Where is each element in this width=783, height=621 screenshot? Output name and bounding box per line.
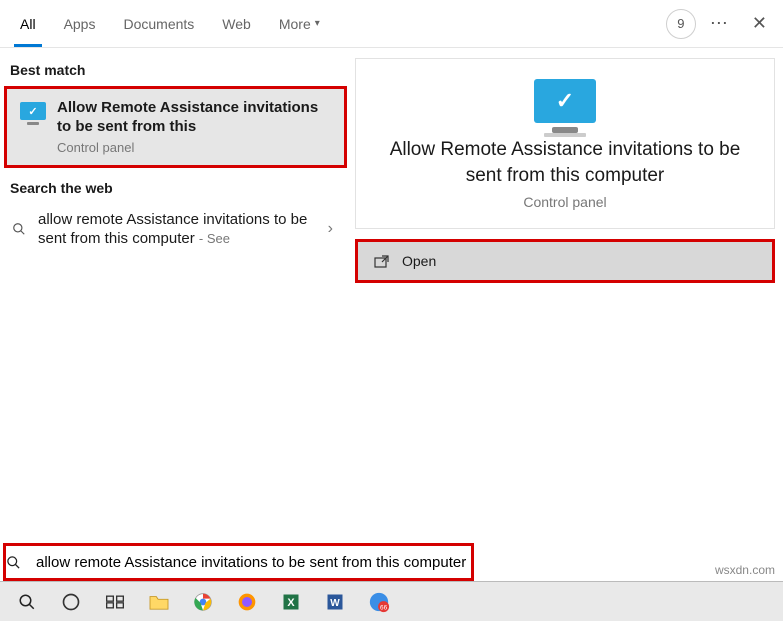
control-panel-icon: ✓ <box>19 101 47 121</box>
rewards-badge[interactable]: 9 <box>666 9 696 39</box>
web-result-query: allow remote Assistance invitations to b… <box>38 211 307 248</box>
tab-apps[interactable]: Apps <box>50 0 110 47</box>
preview-title: Allow Remote Assistance invitations to b… <box>374 137 756 188</box>
svg-text:W: W <box>330 598 340 609</box>
open-icon <box>374 255 390 268</box>
task-view-icon[interactable] <box>94 584 136 620</box>
search-input[interactable] <box>36 546 471 578</box>
watermark: wsxdn.com <box>715 563 775 577</box>
chevron-down-icon: ▾ <box>315 18 320 29</box>
word-icon[interactable]: W <box>314 584 356 620</box>
cortana-icon[interactable] <box>50 584 92 620</box>
taskbar: X W 66 <box>0 581 783 621</box>
web-result[interactable]: allow remote Assistance invitations to b… <box>0 202 351 257</box>
svg-text:66: 66 <box>380 604 388 611</box>
best-match-result[interactable]: ✓ Allow Remote Assistance invitations to… <box>4 86 347 168</box>
tab-more[interactable]: More ▾ <box>265 0 334 47</box>
svg-text:X: X <box>287 597 295 609</box>
tab-web[interactable]: Web <box>208 0 265 47</box>
preview-card: ✓ Allow Remote Assistance invitations to… <box>355 58 775 229</box>
excel-icon[interactable]: X <box>270 584 312 620</box>
preview-subtitle: Control panel <box>374 194 756 210</box>
best-match-title: Allow Remote Assistance invitations to b… <box>57 99 332 137</box>
search-bar <box>3 543 474 581</box>
app-badge-icon[interactable]: 66 <box>358 584 400 620</box>
close-button[interactable]: ✕ <box>742 13 777 34</box>
search-web-header: Search the web <box>0 176 351 202</box>
best-match-subtitle: Control panel <box>57 140 332 155</box>
tabs: All Apps Documents Web More ▾ <box>6 0 334 47</box>
search-icon <box>12 222 30 236</box>
more-options-button[interactable]: ⋯ <box>704 13 734 34</box>
preview-icon: ✓ <box>374 79 756 123</box>
taskbar-search-icon[interactable] <box>6 584 48 620</box>
content: Best match ✓ Allow Remote Assistance inv… <box>0 48 783 543</box>
file-explorer-icon[interactable] <box>138 584 180 620</box>
search-icon <box>6 555 36 570</box>
web-result-suffix: - See <box>199 231 230 246</box>
best-match-text: Allow Remote Assistance invitations to b… <box>57 99 332 155</box>
tab-all[interactable]: All <box>6 0 50 47</box>
search-tabs-bar: All Apps Documents Web More ▾ 9 ⋯ ✕ <box>0 0 783 48</box>
results-list: Best match ✓ Allow Remote Assistance inv… <box>0 48 351 543</box>
tab-documents[interactable]: Documents <box>109 0 208 47</box>
web-result-text: allow remote Assistance invitations to b… <box>38 210 314 249</box>
open-action[interactable]: Open <box>355 239 775 283</box>
tab-more-label: More <box>279 16 311 32</box>
best-match-header: Best match <box>0 58 351 84</box>
preview-pane: ✓ Allow Remote Assistance invitations to… <box>351 48 783 543</box>
chevron-right-icon[interactable]: › <box>322 220 339 238</box>
chrome-icon[interactable] <box>182 584 224 620</box>
topbar-right: 9 ⋯ ✕ <box>666 9 777 39</box>
open-label: Open <box>402 253 436 269</box>
firefox-icon[interactable] <box>226 584 268 620</box>
